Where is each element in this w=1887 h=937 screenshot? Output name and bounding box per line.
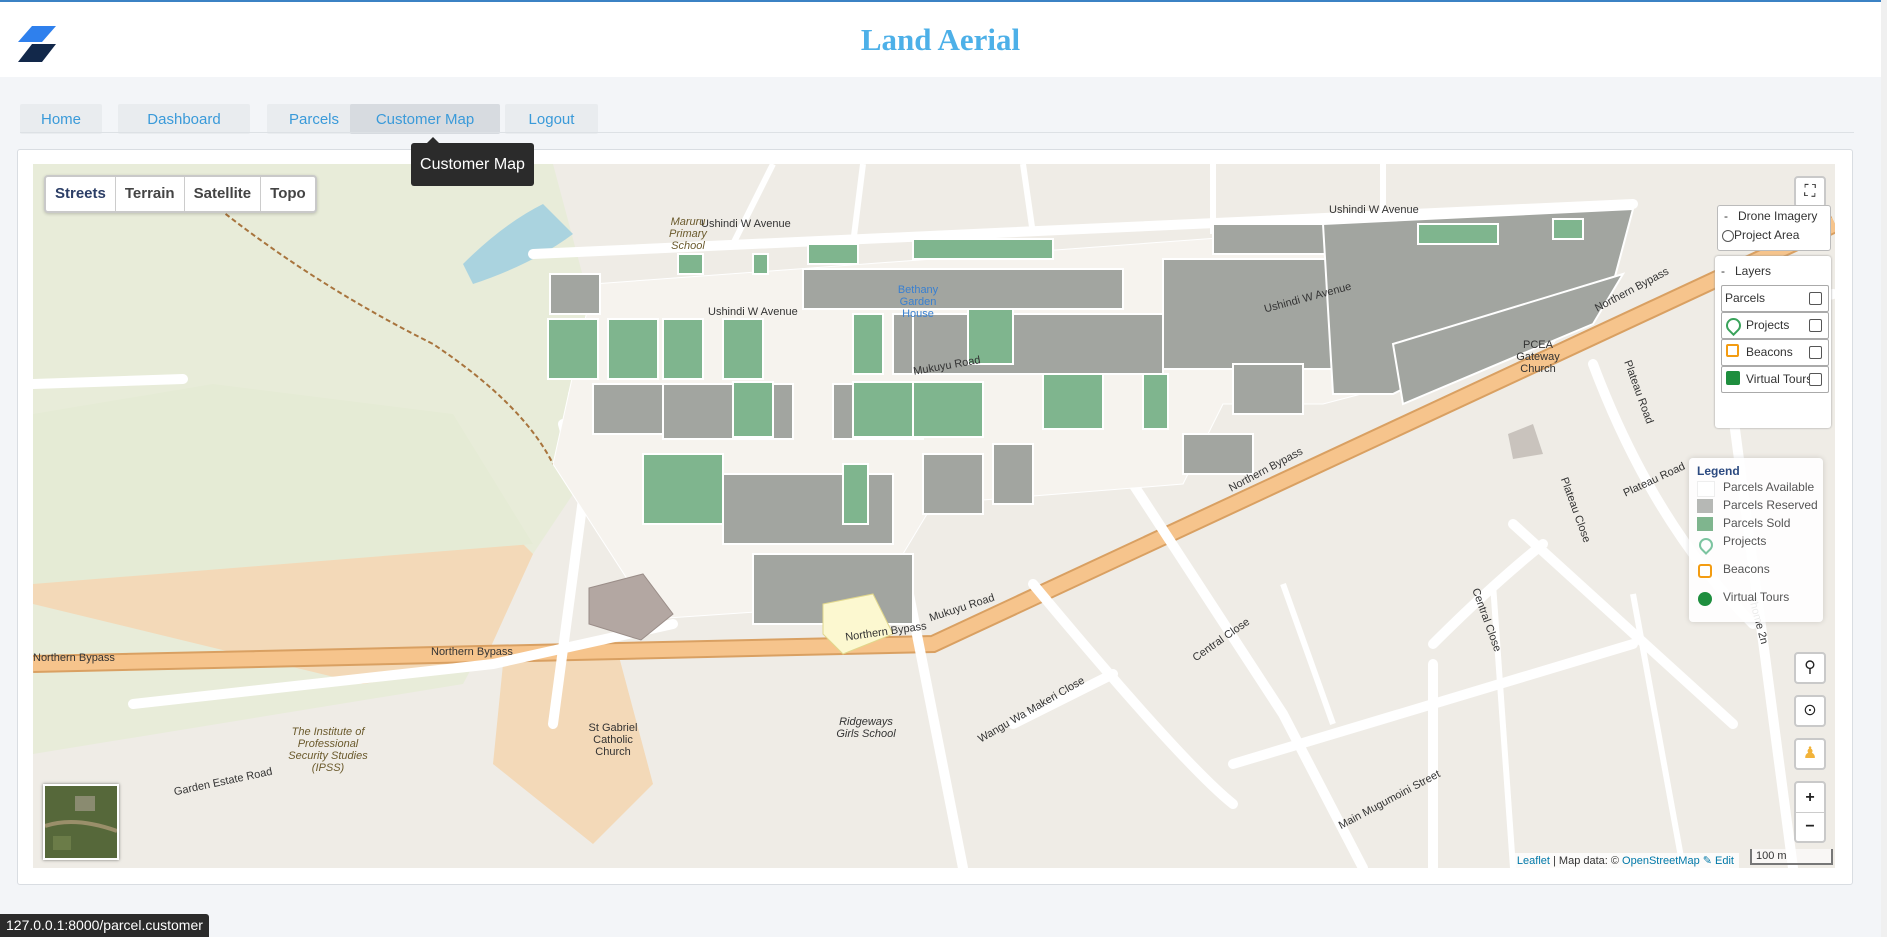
basemap-satellite[interactable]: Satellite <box>185 177 262 211</box>
pegman-icon: ♟ <box>1802 745 1818 762</box>
app-header: Land Aerial <box>0 2 1881 77</box>
beacon-icon <box>1726 344 1739 357</box>
tab-customer-map[interactable]: Customer Map <box>350 104 500 134</box>
layers-panel: - Layers Parcels Projects Beacons Virtua… <box>1715 256 1831 428</box>
layer-checkbox-projects[interactable] <box>1809 319 1822 332</box>
locate-icon: ⊙ <box>1803 702 1817 719</box>
legend-label-available: Parcels Available <box>1723 480 1815 494</box>
locate-button[interactable]: ⊙ <box>1794 695 1826 727</box>
satellite-thumbnail <box>44 786 118 858</box>
legend-label-beacons: Beacons <box>1723 562 1770 576</box>
layer-label-virtual-tours: Virtual Tours <box>1746 372 1813 386</box>
drone-imagery-panel: - Drone Imagery Project Area <box>1717 205 1831 251</box>
basemap-switcher: Streets Terrain Satellite Topo <box>44 175 317 213</box>
fullscreen-button[interactable]: ⛶ <box>1794 176 1826 208</box>
layer-row-parcels[interactable]: Parcels <box>1721 285 1829 312</box>
map-label-maruru: Maruru Primary School <box>669 216 707 252</box>
map-label-ridgeways: Ridgeways Girls School <box>836 716 896 740</box>
map-pin-icon <box>1722 314 1745 337</box>
nav-tooltip: Customer Map <box>411 137 534 186</box>
legend-swatch-available <box>1697 481 1715 497</box>
status-url: 127.0.0.1:8000/parcel.customer <box>0 914 209 937</box>
legend-swatch-sold <box>1697 517 1713 531</box>
attribution-text: | Map data: © <box>1549 855 1623 867</box>
map-attribution: Leaflet | Map data: © OpenStreetMap ✎ Ed… <box>1511 853 1739 868</box>
search-button[interactable]: ⚲ <box>1794 652 1826 684</box>
project-area-radio[interactable] <box>1722 230 1734 242</box>
beacon-icon <box>1698 564 1712 578</box>
layer-label-beacons: Beacons <box>1746 345 1793 359</box>
legend-label-projects: Projects <box>1723 534 1767 548</box>
zoom-control: + − <box>1794 781 1826 843</box>
layer-row-beacons[interactable]: Beacons <box>1721 339 1829 366</box>
tab-dashboard[interactable]: Dashboard <box>118 104 250 134</box>
layers-collapse-icon[interactable]: - <box>1721 264 1725 278</box>
map-label-pcea-church: PCEA Gateway Church <box>1516 339 1560 375</box>
street-view-button[interactable]: ♟ <box>1794 738 1826 770</box>
map-label-st-gabriel: St Gabriel Catholic Church <box>588 722 638 758</box>
scrollbar[interactable] <box>1881 0 1887 937</box>
legend-swatch-reserved <box>1697 499 1713 513</box>
tab-logout[interactable]: Logout <box>505 104 598 134</box>
layer-checkbox-parcels[interactable] <box>1809 292 1822 305</box>
fullscreen-icon: ⛶ <box>1804 183 1816 200</box>
map-label-northern-bypass-1: Northern Bypass <box>33 652 115 664</box>
map-label-ushindi-w-avenue-2: Ushindi W Avenue <box>1329 204 1419 216</box>
map-legend: Legend Parcels Available Parcels Reserve… <box>1689 458 1823 622</box>
layer-row-virtual-tours[interactable]: Virtual Tours <box>1721 366 1829 393</box>
map-pin-icon <box>1696 535 1716 555</box>
map-label-bethany: Bethany Garden House <box>897 284 939 320</box>
project-area-label: Project Area <box>1734 228 1800 242</box>
layer-checkbox-beacons[interactable] <box>1809 346 1822 359</box>
legend-label-sold: Parcels Sold <box>1723 516 1791 530</box>
tab-home[interactable]: Home <box>20 104 102 134</box>
map-label-ushindi-w-avenue-1: Ushindi W Avenue <box>701 218 791 230</box>
basemap-streets[interactable]: Streets <box>46 177 116 211</box>
app-title: Land Aerial <box>860 22 1021 57</box>
basemap-topo[interactable]: Topo <box>261 177 315 211</box>
legend-label-virtual-tours: Virtual Tours <box>1723 590 1790 604</box>
zoom-in-button[interactable]: + <box>1796 783 1824 813</box>
drone-collapse-icon[interactable]: - <box>1724 209 1728 223</box>
layer-label-projects: Projects <box>1746 318 1790 332</box>
customer-map[interactable]: Ushindi W Avenue Ushindi W Avenue Ushind… <box>33 164 1835 868</box>
osm-link[interactable]: OpenStreetMap <box>1622 855 1700 867</box>
search-icon: ⚲ <box>1804 659 1816 676</box>
map-label-northern-bypass-2: Northern Bypass <box>431 646 513 658</box>
tab-parcels[interactable]: Parcels <box>267 104 361 134</box>
layer-label-parcels: Parcels <box>1725 291 1766 305</box>
edit-link[interactable]: ✎ Edit <box>1703 855 1734 867</box>
zoom-out-button[interactable]: − <box>1796 813 1824 841</box>
legend-label-reserved: Parcels Reserved <box>1723 498 1818 512</box>
basemap-minimap[interactable] <box>43 784 119 860</box>
layer-row-projects[interactable]: Projects <box>1721 312 1829 339</box>
map-label-ushindi-w-avenue-3: Ushindi W Avenue <box>708 306 798 318</box>
map-label-ipss: The Institute of Professional Security S… <box>288 726 368 774</box>
virtual-tour-icon <box>1726 371 1740 385</box>
scale-bar: 100 m <box>1750 849 1833 865</box>
layer-checkbox-virtual-tours[interactable] <box>1809 373 1822 386</box>
leaflet-link[interactable]: Leaflet <box>1517 855 1550 867</box>
legend-title: Legend <box>1697 464 1740 478</box>
basemap-terrain[interactable]: Terrain <box>116 177 185 211</box>
virtual-tour-icon <box>1698 592 1712 606</box>
layers-title: Layers <box>1735 264 1772 278</box>
drone-imagery-title: Drone Imagery <box>1738 209 1818 223</box>
nav-divider <box>20 132 1854 133</box>
